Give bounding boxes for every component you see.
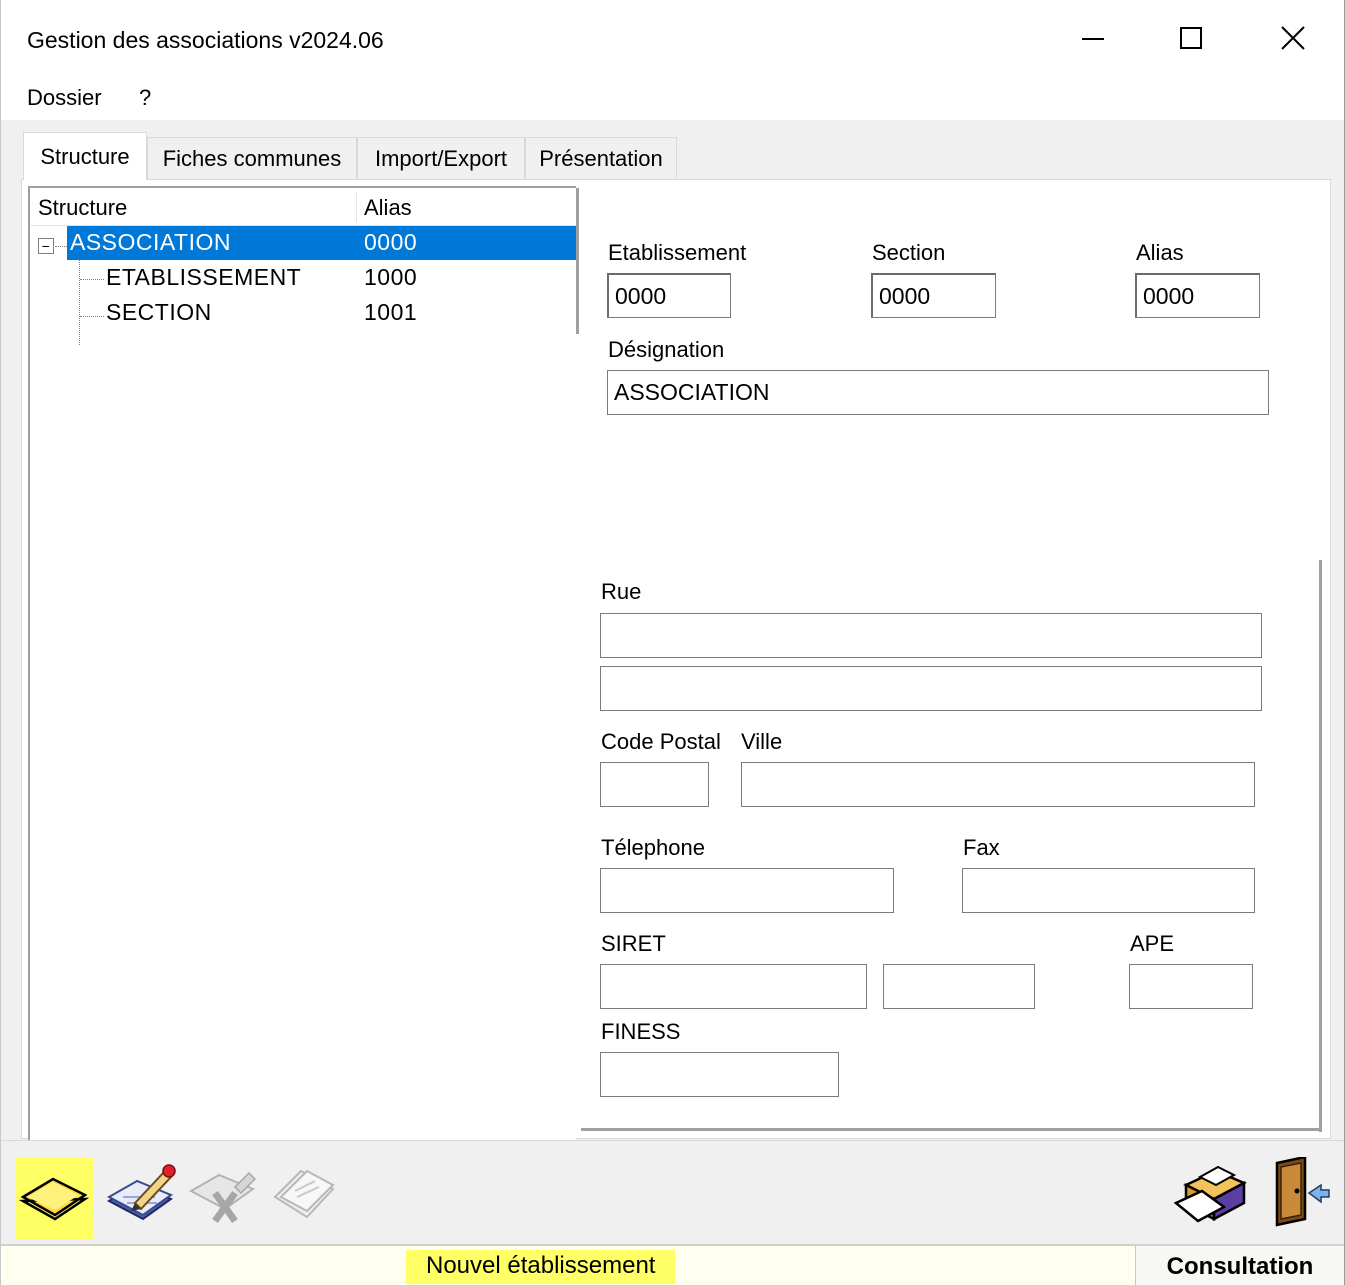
main-window: Gestion des associations v2024.06 Dossie…	[0, 0, 1345, 1285]
siret-field-1[interactable]	[600, 964, 867, 1009]
delete-button[interactable]	[181, 1153, 263, 1235]
tree-item-name: ETABLISSEMENT	[106, 264, 302, 290]
tree-row-etablissement[interactable]: ETABLISSEMENT 1000	[30, 261, 576, 295]
status-message: Nouvel établissement	[406, 1250, 676, 1284]
rue-field-2[interactable]	[600, 666, 1262, 711]
tab-structure[interactable]: Structure	[23, 132, 147, 180]
new-establishment-button[interactable]	[15, 1157, 93, 1239]
column-header-alias[interactable]: Alias	[364, 195, 412, 221]
etablissement-field[interactable]: 0000	[607, 273, 731, 318]
tree-item-name: ASSOCIATION	[70, 229, 231, 255]
tree-edge	[576, 188, 579, 334]
tree-row-association[interactable]: − ASSOCIATION 0000	[30, 226, 576, 260]
maximize-icon	[1178, 25, 1204, 51]
delete-icon	[185, 1157, 259, 1232]
collapse-icon[interactable]: −	[38, 238, 54, 254]
siret-label: SIRET	[601, 931, 666, 956]
ville-field[interactable]	[741, 762, 1255, 807]
menu-dossier[interactable]: Dossier	[23, 85, 106, 111]
telephone-label: Télephone	[601, 835, 705, 860]
structure-tree[interactable]: Structure Alias − ASSOCIATION 0000 ETABL…	[28, 186, 579, 1141]
tree-item-alias: 1001	[364, 299, 418, 325]
rue-field-1[interactable]	[600, 613, 1262, 658]
minimize-icon	[1080, 25, 1106, 51]
status-bar: Nouvel établissement Consultation	[1, 1244, 1344, 1285]
toolbar	[1, 1140, 1344, 1240]
section-field[interactable]: 0000	[871, 273, 996, 318]
tree-item-alias: 0000	[364, 229, 418, 255]
finess-label: FINESS	[601, 1019, 681, 1044]
maximize-button[interactable]	[1141, 0, 1241, 76]
close-button[interactable]	[1243, 0, 1343, 76]
form-panel-edge-bottom	[581, 1128, 1322, 1131]
tree-row-section[interactable]: SECTION 1001	[30, 296, 576, 330]
tree-item-alias: 1000	[364, 264, 418, 290]
column-header-structure[interactable]: Structure	[38, 195, 127, 221]
fax-label: Fax	[963, 835, 1000, 860]
telephone-field[interactable]	[600, 868, 894, 913]
menu-bar: Dossier ?	[1, 76, 1344, 120]
print-button[interactable]	[1171, 1153, 1253, 1235]
copy-icon	[267, 1157, 341, 1232]
status-mode: Consultation	[1135, 1246, 1344, 1285]
print-icon	[1172, 1157, 1252, 1232]
etablissement-label: Etablissement	[608, 240, 747, 265]
section-label: Section	[872, 240, 946, 265]
finess-field[interactable]	[600, 1052, 839, 1097]
column-separator[interactable]	[356, 192, 357, 222]
designation-label: Désignation	[608, 337, 725, 362]
new-establishment-icon	[18, 1171, 90, 1226]
title-bar: Gestion des associations v2024.06	[1, 0, 1344, 76]
edit-icon	[105, 1157, 179, 1232]
tree-connector	[55, 246, 67, 247]
code-postal-label: Code Postal	[601, 729, 721, 754]
tree-item-name: SECTION	[106, 299, 212, 325]
copy-button[interactable]	[263, 1153, 345, 1235]
alias-field[interactable]: 0000	[1135, 273, 1260, 318]
rue-label: Rue	[601, 579, 642, 604]
edit-button[interactable]	[101, 1153, 183, 1235]
fax-field[interactable]	[962, 868, 1255, 913]
tab-presentation[interactable]: Présentation	[525, 137, 677, 179]
menu-help[interactable]: ?	[135, 85, 155, 111]
ape-field[interactable]	[1129, 964, 1253, 1009]
designation-field[interactable]: ASSOCIATION	[607, 370, 1269, 415]
minimize-button[interactable]	[1043, 0, 1143, 76]
tree-connector	[80, 316, 104, 317]
ape-label: APE	[1130, 931, 1175, 956]
exit-button[interactable]	[1257, 1153, 1339, 1235]
alias-label: Alias	[1136, 240, 1184, 265]
tab-fiches-communes[interactable]: Fiches communes	[147, 137, 357, 179]
code-postal-field[interactable]	[600, 762, 709, 807]
tab-import-export[interactable]: Import/Export	[357, 137, 525, 179]
tree-header: Structure Alias	[30, 188, 576, 226]
close-icon	[1280, 25, 1306, 51]
exit-door-icon	[1263, 1154, 1333, 1232]
form-panel-edge	[1319, 560, 1322, 1132]
tree-connector	[80, 279, 104, 280]
siret-field-2[interactable]	[883, 964, 1035, 1009]
window-title: Gestion des associations v2024.06	[27, 27, 384, 53]
ville-label: Ville	[741, 729, 783, 754]
